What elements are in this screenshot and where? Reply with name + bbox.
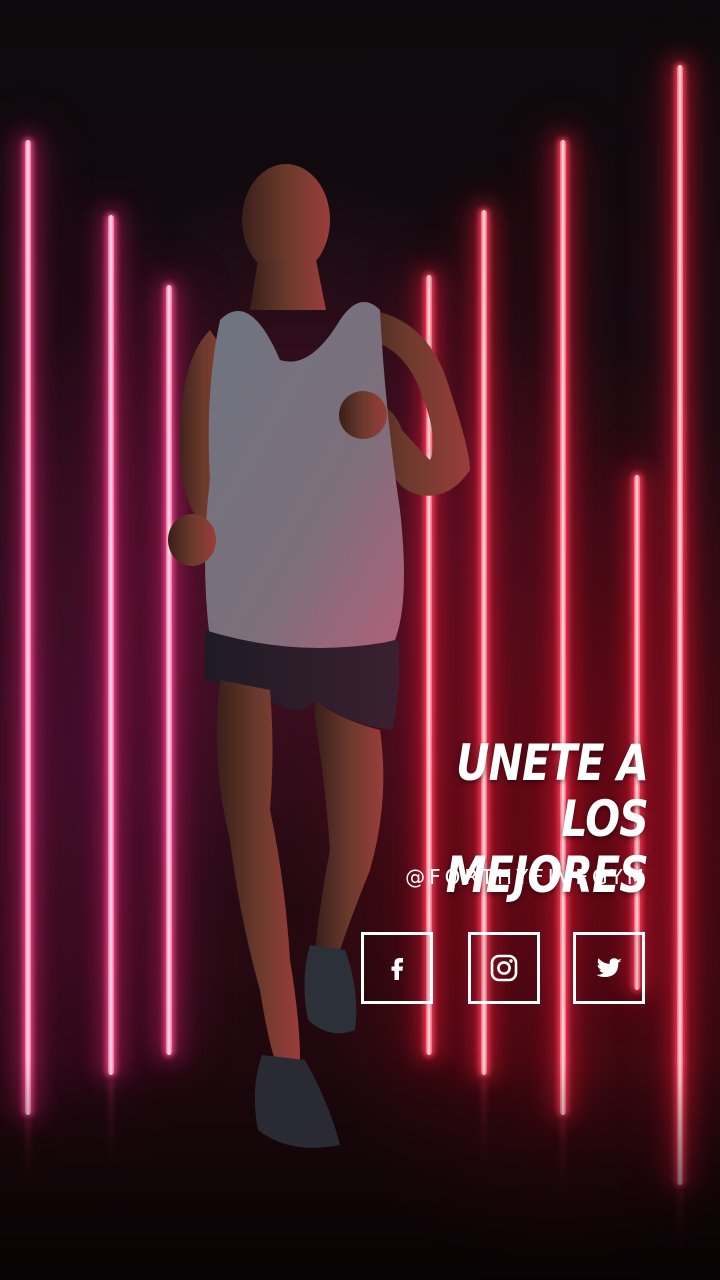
twitter-icon — [596, 958, 622, 977]
poster: UNETE A LOS MEJORES @FORTHYFIVEGYM — [0, 0, 720, 1280]
neon-tube — [677, 65, 683, 1185]
neon-tube — [108, 215, 114, 1075]
facebook-button[interactable] — [361, 932, 433, 1004]
runner-photo — [150, 160, 490, 1160]
social-links — [361, 932, 649, 1008]
neon-tube — [25, 140, 31, 1115]
neon-tube — [634, 475, 640, 990]
instagram-icon — [490, 954, 518, 982]
headline-line-1: UNETE A LOS — [456, 734, 649, 848]
instagram-button[interactable] — [468, 932, 540, 1004]
facebook-icon — [391, 958, 403, 980]
twitter-button[interactable] — [573, 932, 645, 1004]
social-handle: @FORTHYFIVEGYM — [405, 865, 648, 889]
runner-figure — [168, 164, 470, 1148]
